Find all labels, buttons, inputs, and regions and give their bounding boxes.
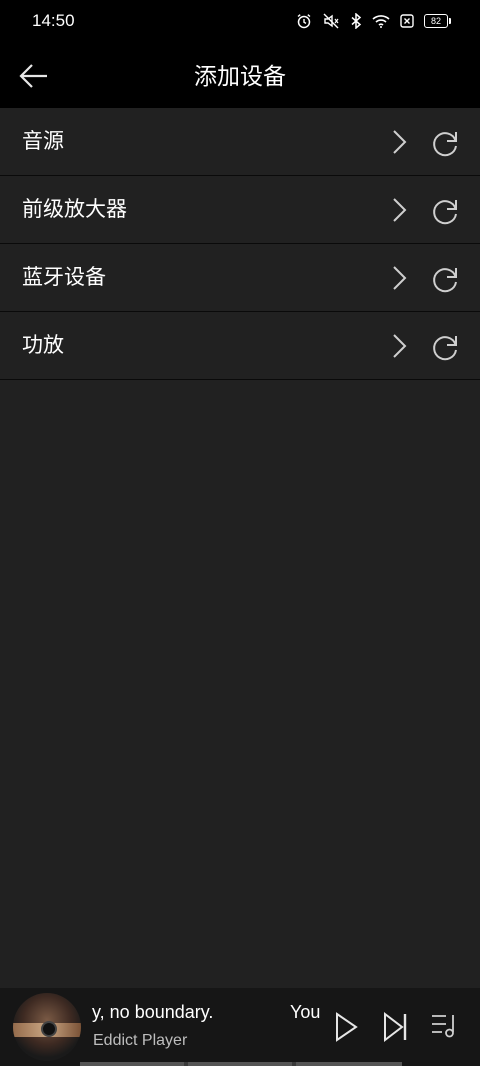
album-art[interactable]	[13, 993, 81, 1061]
device-category-label: 功放	[22, 333, 64, 357]
now-playing-lyric: y, no boundary.	[92, 1002, 214, 1022]
device-category-label: 音源	[22, 129, 64, 153]
no-sim-icon	[400, 14, 414, 28]
chevron-right-icon[interactable]	[386, 196, 412, 224]
now-playing-lyric-next: You	[290, 1002, 321, 1022]
status-time: 14:50	[32, 11, 75, 30]
progress-segment	[188, 1062, 292, 1066]
back-button[interactable]	[14, 56, 54, 96]
device-category-label: 前级放大器	[22, 197, 127, 221]
status-icons: 82	[296, 13, 451, 29]
app-header: 添加设备	[0, 42, 480, 108]
chevron-right-icon[interactable]	[386, 332, 412, 360]
playback-progress[interactable]	[80, 1062, 402, 1066]
device-category-label: 蓝牙设备	[22, 265, 106, 289]
device-category-row[interactable]: 蓝牙设备	[0, 244, 480, 312]
device-category-list: 音源 前级放大器 蓝牙设备 功放	[0, 108, 480, 380]
device-category-row[interactable]: 音源	[0, 108, 480, 176]
chevron-right-icon[interactable]	[386, 128, 412, 156]
bluetooth-icon	[351, 13, 362, 29]
now-playing-artist: Eddict Player	[93, 1032, 188, 1049]
page-title: 添加设备	[194, 64, 286, 90]
chevron-right-icon[interactable]	[386, 264, 412, 292]
mini-player[interactable]: y, no boundary. You Eddict Player	[0, 988, 480, 1066]
refresh-icon[interactable]	[429, 128, 461, 160]
refresh-icon[interactable]	[429, 196, 461, 228]
alarm-icon	[297, 14, 311, 29]
device-category-row[interactable]: 前级放大器	[0, 176, 480, 244]
refresh-icon[interactable]	[429, 264, 461, 296]
device-category-row[interactable]: 功放	[0, 312, 480, 380]
progress-segment	[296, 1062, 402, 1066]
arrow-left-icon	[19, 64, 47, 88]
progress-segment	[80, 1062, 184, 1066]
wifi-icon	[372, 15, 390, 28]
playlist-icon[interactable]	[430, 1012, 460, 1040]
mute-icon	[323, 13, 339, 29]
status-bar: 14:50 82	[0, 0, 480, 42]
refresh-icon[interactable]	[429, 332, 461, 364]
album-art-hub	[41, 1021, 57, 1037]
battery-icon: 82	[424, 14, 451, 28]
play-icon[interactable]	[334, 1012, 358, 1042]
skip-next-icon[interactable]	[382, 1012, 410, 1042]
